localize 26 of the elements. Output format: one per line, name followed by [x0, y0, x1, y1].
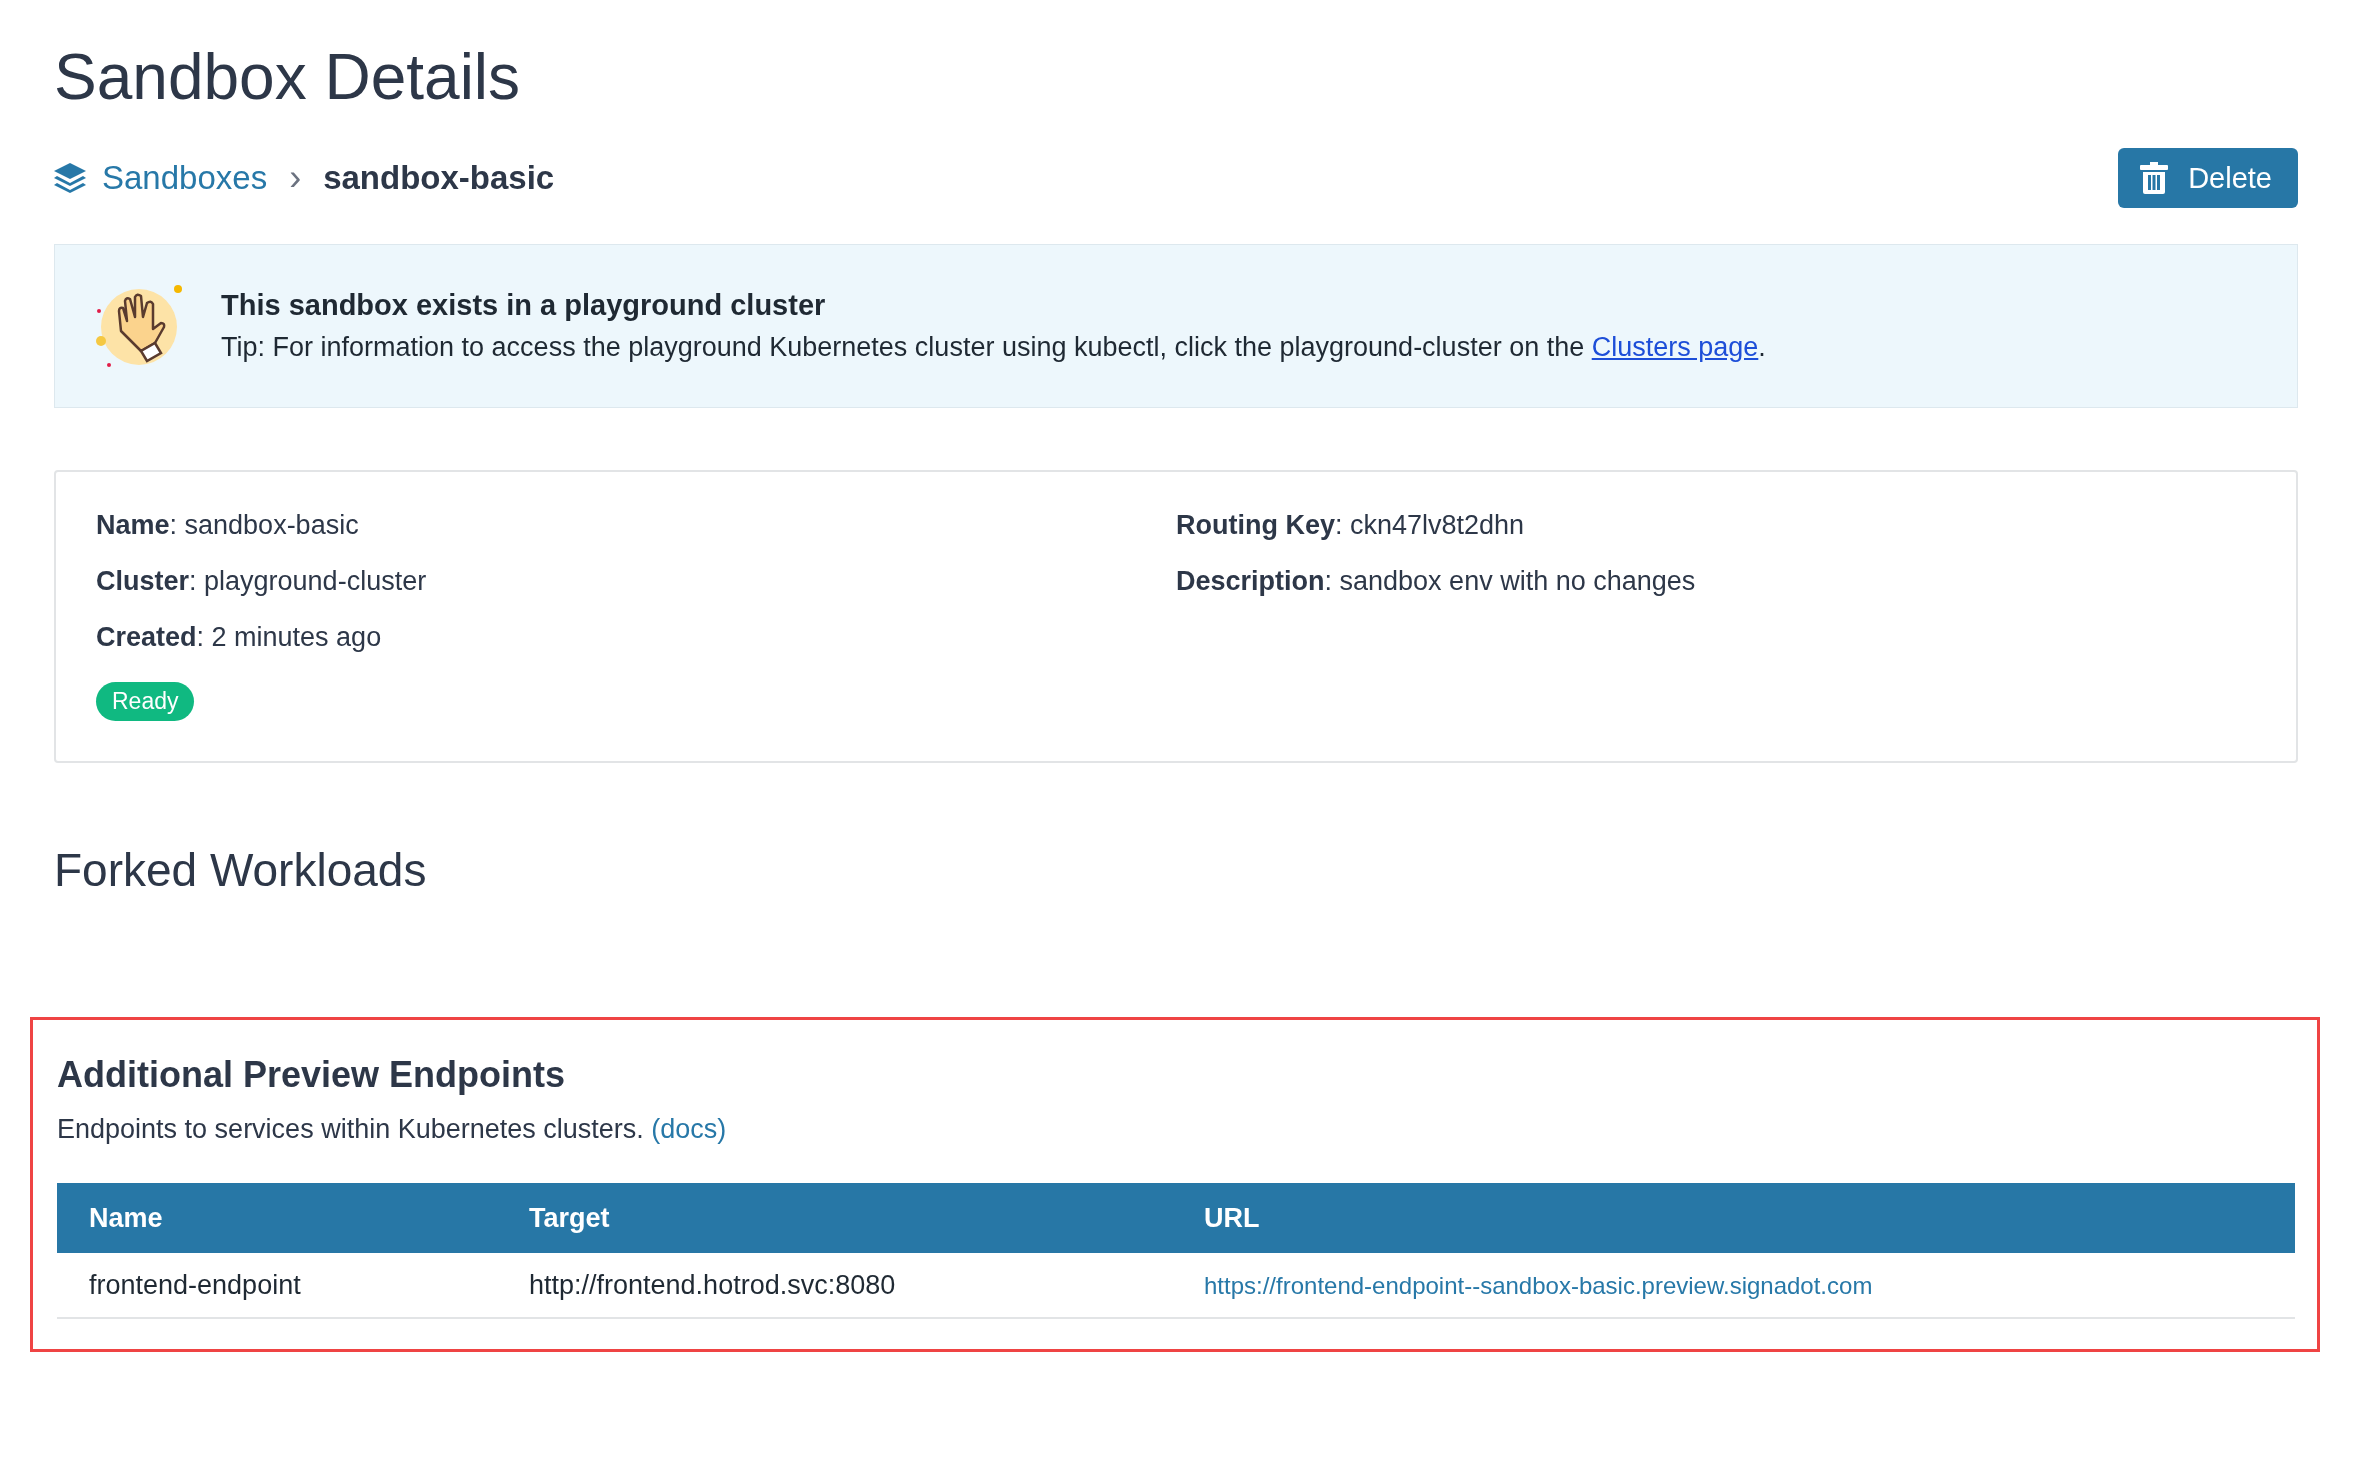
column-header: Name [57, 1183, 497, 1253]
section-description: Endpoints to services within Kubernetes clusters. (docs) [57, 1114, 728, 1145]
breadcrumb-link[interactable]: Sandboxes [102, 159, 268, 197]
banner-title: This sandbox exists in a playground cluster [221, 289, 827, 322]
docs-link[interactable]: (docs) [651, 1114, 727, 1144]
breadcrumb-separator: › [289, 157, 302, 199]
detail-field: Name: sandbox-basic [96, 510, 1176, 541]
status-badge: Ready [96, 682, 195, 721]
endpoint-url-link[interactable]: https://frontend-endpoint--sandbox-basic.preview.signadot.com [1204, 1271, 1873, 1299]
trash-icon [2140, 162, 2169, 194]
section-heading: Additional Preview Endpoints [57, 1054, 567, 1096]
detail-field: Created: 2 minutes ago [96, 622, 1176, 653]
table-cell: http://frontend.hotrod.svc:8080 [497, 1253, 1172, 1318]
detail-field: Description: sandbox env with no changes [1176, 566, 2256, 597]
column-header: URL [1172, 1183, 2295, 1253]
clusters-page-link[interactable]: Clusters page [1591, 332, 1759, 362]
table-cell: frontend-endpoint [57, 1253, 497, 1318]
page-title: Sandbox Details [54, 40, 522, 114]
banner-text: Tip: For information to access the playground Kubernetes cluster using kubectl, click the playground-cluster on the Clusters page. [221, 332, 1766, 363]
layers-icon [54, 163, 86, 193]
delete-button[interactable]: Delete [2118, 148, 2298, 208]
detail-field: Cluster: playground-cluster [96, 566, 1176, 597]
breadcrumb-current: sandbox-basic [323, 159, 555, 197]
column-header: Target [497, 1183, 1172, 1253]
section-heading: Forked Workloads [54, 843, 428, 897]
detail-field: Routing Key: ckn47lv8t2dhn [1176, 510, 2256, 541]
